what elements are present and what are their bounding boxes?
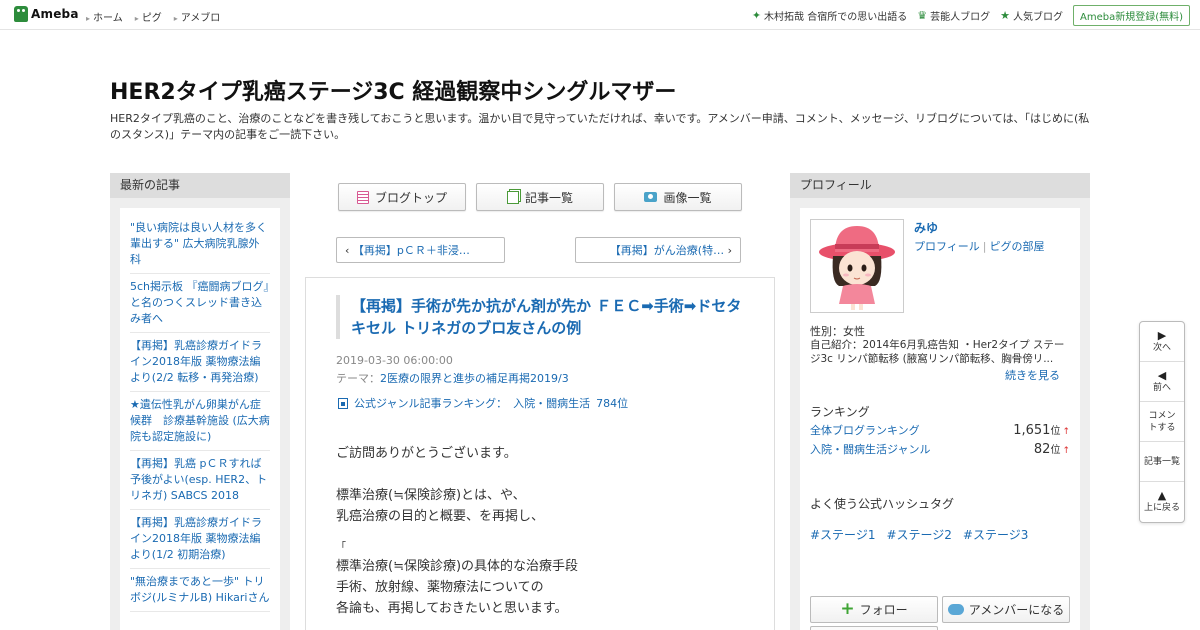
chevron-right-icon: ›: [724, 243, 732, 257]
rank-up-icon: ↑: [1062, 427, 1070, 437]
article-list-button[interactable]: 記事一覧: [476, 183, 604, 211]
up-icon: ▲: [1157, 489, 1167, 502]
star-icon: ★: [1000, 9, 1010, 22]
global-header: Ameba ホーム ピグ アメブロ ✦ 木村拓哉 合宿所での思い出語る ♛ 芸能…: [0, 0, 1200, 30]
hashtag-link[interactable]: #ステージ3: [963, 526, 1028, 543]
recent-articles-list: "良い病院は良い人材を多く輩出する" 広大病院乳腺外科 5ch掲示板 『癌闘病ブ…: [120, 208, 280, 630]
profile-extra-button[interactable]: [810, 626, 938, 630]
recent-article-link[interactable]: ★遺伝性乳がん卵巣がん症候群 診療基幹施設 (広大病院も認定施設に): [130, 395, 270, 451]
ranking-icon: [338, 397, 348, 409]
body-paragraph: 標準治療(≒保険診療)の具体的な治療手段: [336, 559, 579, 574]
blog-top-button[interactable]: ブログトップ: [338, 183, 466, 211]
profile-intro: 自己紹介：2014年6月乳癌告知 ・Her2タイプ ステージ3c リンパ節転移 …: [810, 339, 1065, 365]
hashtag-heading: よく使う公式ハッシュタグ: [810, 497, 955, 511]
article-ranking[interactable]: 公式ジャンル記事ランキング： 入院・闘病生活 784位: [338, 395, 628, 411]
profile-box: みゆ プロフィール | ピグの部屋 性別：女性 自己紹介：2014年6月乳癌告知 ・…: [800, 208, 1080, 630]
recent-articles-heading: 最新の記事: [110, 173, 290, 198]
article-date: 2019-03-30 06:00:00: [336, 354, 453, 367]
ameba-logo[interactable]: Ameba: [14, 6, 79, 22]
read-more-link[interactable]: 続きを見る: [1005, 367, 1060, 383]
profile-actions: + フォロー アメンバーになる: [810, 596, 1070, 623]
trending-news-link[interactable]: ✦ 木村拓哉 合宿所での思い出語る: [752, 8, 907, 23]
profile-links: プロフィール | ピグの部屋: [914, 240, 1045, 253]
profile-panel: プロフィール みゆ プロフィール | ピグの部屋 性別：女性 自己紹介：2014…: [790, 173, 1090, 630]
amember-button[interactable]: アメンバーになる: [942, 596, 1070, 623]
sparkle-icon: ✦: [751, 9, 762, 22]
chevron-left-icon: ‹: [345, 243, 353, 257]
body-paragraph: 各論も、再掲しておきたいと思います。: [336, 601, 568, 616]
plus-icon: +: [840, 599, 855, 619]
ranking-row: 入院・闘病生活ジャンル 82位 ↑: [810, 441, 1070, 457]
global-nav: ホーム ピグ アメブロ: [86, 9, 220, 24]
article-body: ご訪問ありがとうございます。 標準治療(≒保険診療)とは、や、 乳癌治療の目的と…: [336, 443, 756, 619]
side-next-button[interactable]: ▶ 次へ: [1140, 322, 1184, 362]
side-prev-button[interactable]: ◀ 前へ: [1140, 362, 1184, 402]
article-list-icon: [506, 190, 519, 204]
hashtag-link[interactable]: #ステージ2: [886, 526, 951, 543]
rank-up-icon: ↑: [1062, 446, 1070, 456]
recent-article-link[interactable]: 【再掲】乳癌診療ガイドライン2018年版 薬物療法編より(1/2 初期治療): [130, 513, 270, 569]
article-theme: テーマ：2医療の限界と進歩の補足再掲2019/3: [336, 372, 569, 385]
ranking-heading: ランキング: [810, 405, 870, 419]
prev-icon: ◀: [1157, 368, 1167, 382]
prev-article-button[interactable]: ‹ 【再掲】pＣＲ＋非浸…: [336, 237, 505, 263]
body-paragraph: 標準治療(≒保険診療)とは、や、: [336, 488, 526, 503]
next-article-button[interactable]: 【再掲】がん治療(特… ›: [575, 237, 741, 263]
body-paragraph: 乳癌治療の目的と概要、を再掲し、: [336, 509, 545, 524]
side-back-to-top-button[interactable]: ▲ 上に戻る: [1140, 482, 1184, 522]
recent-article-link[interactable]: 5ch掲示板 『癌闘病ブログ』と名のつくスレッド書き込み者へ: [130, 277, 270, 333]
profile-link[interactable]: プロフィール: [914, 240, 980, 253]
recent-article-link[interactable]: 【再掲】乳癌 pＣＲすれば予後がよい(esp. HER2、トリネガ) SABCS…: [130, 454, 270, 510]
floating-side-nav: ▶ 次へ ◀ 前へ コメントする 記事一覧 ▲ 上に戻る: [1139, 321, 1185, 523]
nav-pig-link[interactable]: ピグ: [135, 9, 162, 24]
crown-icon: ♛: [917, 9, 928, 22]
blog-nav-buttons: ブログトップ 記事一覧 画像一覧: [338, 183, 742, 211]
ranking-row: 全体ブログランキング 1,651位 ↑: [810, 422, 1070, 438]
follow-button[interactable]: + フォロー: [810, 596, 938, 623]
pig-room-link[interactable]: ピグの部屋: [990, 240, 1045, 253]
amember-icon: [947, 604, 964, 615]
image-list-icon: [644, 192, 658, 202]
article-theme-link[interactable]: 2医療の限界と進歩の補足再掲2019/3: [380, 372, 569, 385]
ameba-logo-text: Ameba: [31, 7, 79, 21]
signup-button[interactable]: Ameba新規登録(無料): [1072, 5, 1190, 26]
profile-gender: 性別：女性: [810, 325, 865, 338]
side-article-list-button[interactable]: 記事一覧: [1140, 442, 1184, 482]
avatar[interactable]: [810, 219, 904, 313]
genre-ranking-link[interactable]: 入院・闘病生活ジャンル: [810, 441, 930, 457]
hashtag-link[interactable]: #ステージ1: [810, 526, 875, 543]
avatar-illustration: [811, 220, 903, 312]
profile-name[interactable]: みゆ: [914, 219, 938, 236]
header-right: ✦ 木村拓哉 合宿所での思い出語る ♛ 芸能人ブログ ★ 人気ブログ Ameba…: [752, 5, 1190, 26]
image-list-button[interactable]: 画像一覧: [614, 183, 742, 211]
hashtag-list: #ステージ1 #ステージ2 #ステージ3: [810, 526, 1028, 543]
body-paragraph: ご訪問ありがとうございます。: [336, 446, 517, 461]
recent-article-link[interactable]: "良い病院は良い人材を多く輩出する" 広大病院乳腺外科: [130, 218, 270, 274]
blog-top-icon: [356, 190, 369, 204]
blog-description: HER2タイプ乳癌のこと、治療のことなどを書き残しておこうと思います。温かい目で…: [110, 112, 1090, 141]
popular-blog-link[interactable]: ★ 人気ブログ: [1000, 8, 1063, 23]
overall-ranking-link[interactable]: 全体ブログランキング: [810, 422, 920, 438]
body-paragraph: 手術、放射線、薬物療法についての: [336, 580, 544, 595]
article: 【再掲】手術が先か抗がん剤が先か ＦＥＣ➡手術➡ドセタキセル トリネガのブロ友さ…: [305, 277, 775, 630]
next-icon: ▶: [1157, 328, 1167, 342]
blog-title[interactable]: HER2タイプ乳癌ステージ3C 経過観察中シングルマザー: [110, 74, 676, 106]
nav-home-link[interactable]: ホーム: [86, 9, 123, 24]
profile-heading: プロフィール: [790, 173, 1090, 198]
side-comment-button[interactable]: コメントする: [1140, 402, 1184, 442]
recent-articles-panel: 最新の記事 "良い病院は良い人材を多く輩出する" 広大病院乳腺外科 5ch掲示板…: [110, 173, 290, 630]
nav-ameblo-link[interactable]: アメブロ: [174, 9, 221, 24]
celebrity-blog-link[interactable]: ♛ 芸能人ブログ: [917, 8, 990, 23]
body-paragraph: 「: [336, 542, 346, 553]
ameba-logo-icon: [14, 6, 28, 22]
recent-article-link[interactable]: "無治療まであと一歩" トリボジ(ルミナルB) Hikariさん: [130, 572, 270, 612]
recent-article-link[interactable]: 【再掲】乳癌診療ガイドライン2018年版 薬物療法編より(2/2 転移・再発治療…: [130, 336, 270, 392]
article-title[interactable]: 【再掲】手術が先か抗がん剤が先か ＦＥＣ➡手術➡ドセタキセル トリネガのブロ友さ…: [336, 295, 746, 339]
